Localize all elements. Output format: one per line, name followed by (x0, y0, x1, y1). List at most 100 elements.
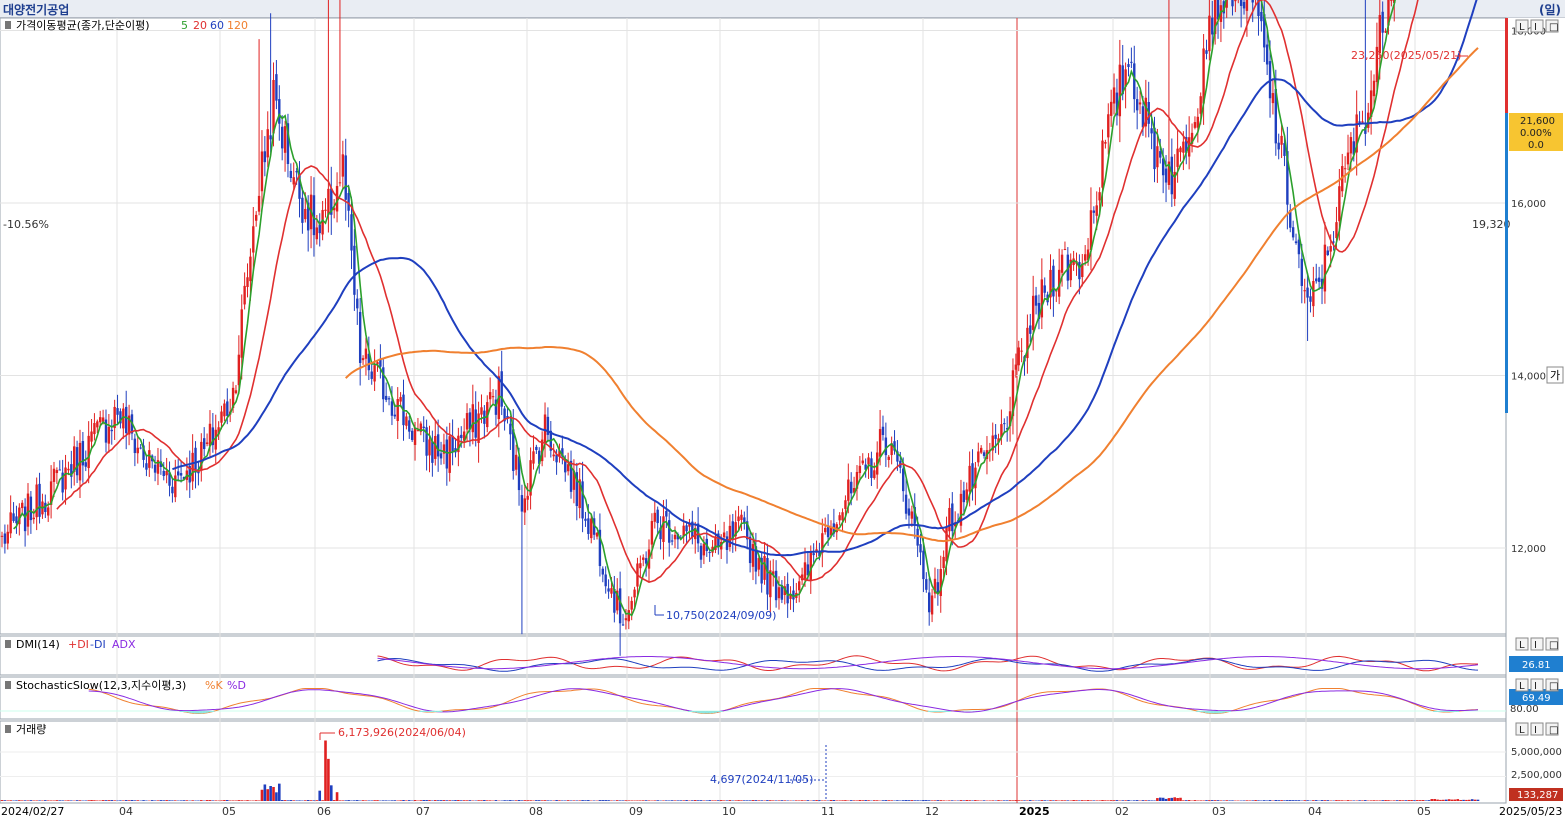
volume-bar (318, 790, 322, 801)
panel-button-label[interactable]: I (1534, 725, 1537, 736)
panel-button-label[interactable]: I (1534, 22, 1537, 33)
volume-bar (1182, 800, 1185, 801)
volume-bar (584, 800, 587, 801)
candle-body (722, 532, 726, 538)
candle-body (1306, 287, 1309, 298)
volume-bar (428, 800, 431, 801)
candle-body (1309, 296, 1312, 302)
panel-button-label[interactable]: □ (1549, 681, 1558, 692)
candle-body (927, 592, 931, 613)
candle-body (982, 452, 986, 456)
volume-bar (376, 800, 379, 801)
candle-body (148, 450, 151, 468)
volume-bar (1349, 800, 1353, 801)
month-label-11: 11 (821, 805, 835, 818)
volume-bar (1176, 798, 1179, 801)
volume-bar (1231, 800, 1234, 801)
candle-body (353, 245, 356, 295)
candle-body (1349, 137, 1353, 154)
side-tab-label[interactable]: 가 (1550, 369, 1560, 382)
panel-button[interactable] (1530, 678, 1544, 692)
volume-bar (913, 800, 917, 801)
price-panel-marker (5, 21, 11, 29)
volume-bar (1208, 800, 1211, 801)
volume-bar (347, 800, 350, 801)
volume-bar (459, 800, 463, 801)
candle-body (962, 490, 966, 503)
volume-bar (480, 800, 483, 801)
candle-body (1338, 186, 1341, 222)
volume-bar (283, 800, 287, 801)
candle (1231, 0, 1234, 16)
candle-body (564, 460, 567, 473)
candle-body (844, 500, 847, 509)
volume-bar (240, 800, 244, 801)
candle-body (1390, 0, 1393, 1)
candle-body (390, 401, 394, 416)
volume-bar (312, 800, 316, 801)
current-change: 0.00% (1520, 128, 1552, 139)
volume-bar (309, 800, 313, 801)
stoch-oversold-fill (194, 711, 198, 714)
volume-bar (581, 800, 584, 801)
panel-button-label[interactable]: L (1519, 640, 1525, 651)
panel-button-label[interactable]: L (1519, 22, 1525, 33)
volume-bar (1089, 800, 1093, 801)
candle-body (1179, 147, 1182, 153)
volume-bar (433, 800, 437, 801)
candle-body (847, 479, 850, 501)
panel-button-label[interactable]: I (1534, 681, 1537, 692)
volume-bar (1413, 800, 1416, 801)
candle-body (26, 493, 30, 527)
volume-bar (295, 800, 298, 801)
candle-body (526, 495, 529, 500)
volume-bar (1052, 800, 1055, 801)
candle-body (116, 408, 119, 415)
candle-body (904, 494, 908, 514)
candle-body (1231, 0, 1234, 7)
volume-bar (745, 800, 749, 801)
candle-body (740, 514, 743, 520)
range-bar-up (1505, 18, 1508, 113)
panel-button[interactable] (1530, 722, 1544, 736)
candle-body (1017, 347, 1020, 366)
candle-body (341, 154, 345, 177)
stoch-oversold-fill (1447, 711, 1451, 712)
candle-body (413, 427, 417, 445)
panel-button-label[interactable]: L (1519, 681, 1525, 692)
current-diff: 0.0 (1528, 140, 1544, 151)
volume-name: 거래량 (16, 723, 46, 736)
stock-chart[interactable]: 가격이동평균(종가,단순이평) 5 20 60 120 DMI(14) +DI … (0, 0, 1565, 820)
panel-button-label[interactable]: L (1519, 725, 1525, 736)
candle-body (1101, 140, 1104, 188)
volume-bar (298, 800, 301, 801)
candle-body (272, 79, 275, 134)
candle-body (243, 285, 246, 305)
candle-body (431, 441, 434, 463)
volume-bar (1398, 800, 1402, 801)
volume-bar (477, 800, 480, 801)
candle-body (873, 470, 876, 479)
candle-body (393, 414, 397, 417)
candle-body (23, 506, 27, 532)
volume-bar (884, 800, 888, 801)
panel-button[interactable] (1530, 19, 1544, 33)
candle-body (283, 126, 287, 153)
candle-body (618, 588, 622, 624)
panel-button-label[interactable]: □ (1549, 725, 1558, 736)
volume-bar (220, 800, 223, 801)
panel-button-label[interactable]: I (1534, 640, 1537, 651)
panel-button-label[interactable]: □ (1549, 640, 1558, 651)
panel-button-label[interactable]: □ (1549, 22, 1558, 33)
candle-body (254, 214, 258, 221)
volume-bar (289, 800, 293, 801)
volume-bar (644, 800, 648, 801)
panel-button[interactable] (1530, 637, 1544, 651)
volume-bar (1439, 799, 1442, 801)
stoch-oversold-fill (699, 711, 703, 714)
candle-body (1326, 250, 1330, 255)
volume-bar (535, 800, 538, 801)
volume-bar (682, 800, 685, 801)
volume-bar (225, 800, 229, 801)
volume-bar (185, 800, 189, 801)
